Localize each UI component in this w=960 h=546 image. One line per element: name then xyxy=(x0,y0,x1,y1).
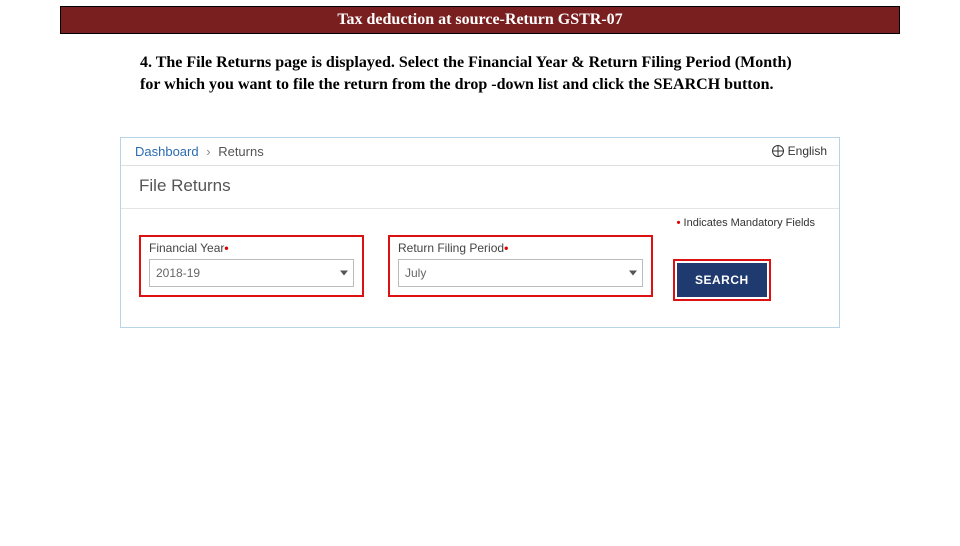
financial-year-select-wrap: 2018-19 xyxy=(149,259,354,287)
financial-year-group: Financial Year• 2018-19 xyxy=(139,235,364,297)
app-panel: Dashboard › Returns English File Returns… xyxy=(120,137,840,328)
financial-year-label: Financial Year• xyxy=(149,241,354,255)
breadcrumb-dashboard-link[interactable]: Dashboard xyxy=(135,144,199,159)
mandatory-text: Indicates Mandatory Fields xyxy=(684,217,815,229)
breadcrumb-row: Dashboard › Returns English xyxy=(121,138,839,166)
language-selector[interactable]: English xyxy=(772,144,827,158)
return-period-select-wrap: July xyxy=(398,259,643,287)
breadcrumb: Dashboard › Returns xyxy=(135,144,264,159)
financial-year-select[interactable]: 2018-19 xyxy=(149,259,354,287)
page-title-bar: Tax deduction at source-Return GSTR-07 xyxy=(60,6,900,34)
globe-icon xyxy=(772,145,784,157)
mandatory-note: • Indicates Mandatory Fields xyxy=(121,209,839,229)
breadcrumb-current: Returns xyxy=(218,144,264,159)
search-button[interactable]: SEARCH xyxy=(677,263,767,297)
asterisk-icon: • xyxy=(677,217,681,229)
form-row: Financial Year• 2018-19 Return Filing Pe… xyxy=(121,229,839,297)
language-label: English xyxy=(788,144,827,158)
return-period-group: Return Filing Period• July xyxy=(388,235,653,297)
asterisk-icon: • xyxy=(504,241,508,255)
breadcrumb-separator: › xyxy=(202,144,214,159)
instruction-text: 4. The File Returns page is displayed. S… xyxy=(0,34,960,97)
page-heading: File Returns xyxy=(121,166,839,209)
return-period-select[interactable]: July xyxy=(398,259,643,287)
asterisk-icon: • xyxy=(224,241,228,255)
return-period-label: Return Filing Period• xyxy=(398,241,643,255)
